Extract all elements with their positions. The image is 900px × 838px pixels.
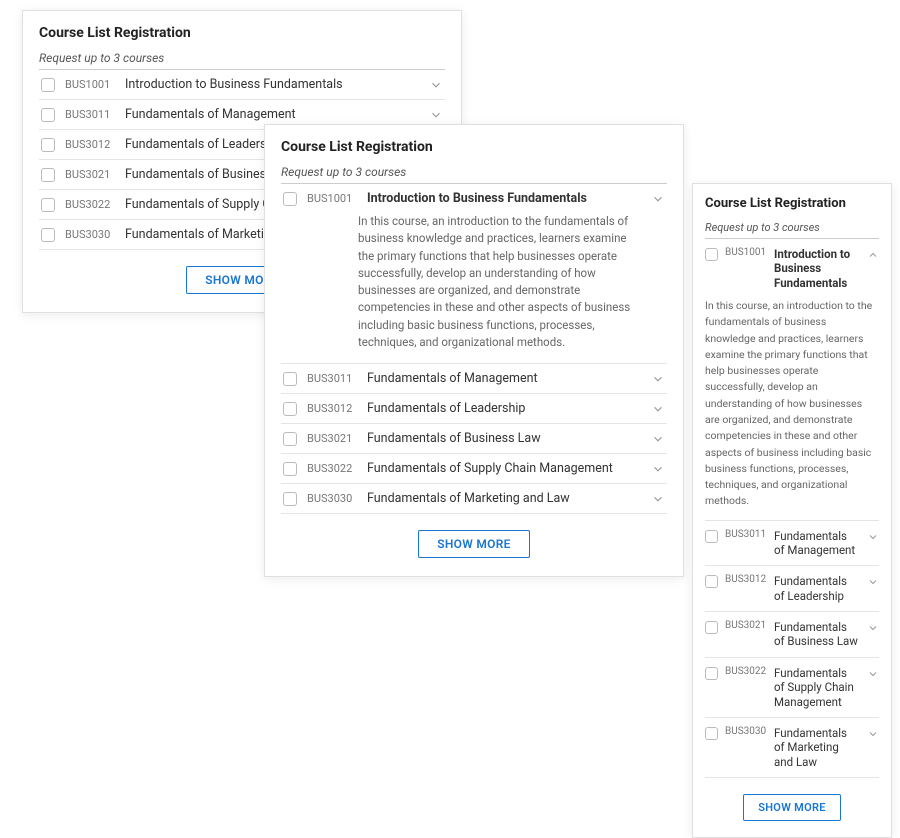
chevron-up-icon[interactable] — [867, 249, 879, 261]
chevron-down-icon[interactable] — [651, 432, 665, 446]
course-title: Fundamentals of Leadership — [367, 401, 641, 416]
chevron-down-icon[interactable] — [867, 622, 879, 634]
course-code: BUS3012 — [725, 574, 767, 585]
course-code: BUS3021 — [307, 432, 357, 445]
course-code: BUS3011 — [725, 529, 767, 540]
page-title: Course List Registration — [281, 139, 667, 155]
checkbox[interactable] — [41, 228, 55, 242]
course-code: BUS3030 — [307, 492, 357, 505]
chevron-down-icon[interactable] — [651, 372, 665, 386]
chevron-down-icon[interactable] — [867, 728, 879, 740]
course-description: In this course, an introduction to the f… — [283, 213, 665, 351]
checkbox[interactable] — [283, 492, 297, 506]
checkbox[interactable] — [705, 248, 718, 261]
course-title: Fundamentals of Management — [367, 371, 641, 386]
course-code: BUS3030 — [65, 228, 115, 241]
course-row[interactable]: BUS3011 Fundamentals of Management — [281, 364, 667, 394]
checkbox[interactable] — [283, 372, 297, 386]
course-list: BUS1001 Introduction to Business Fundame… — [705, 238, 879, 778]
course-row-expanded[interactable]: BUS1001 Introduction to Business Fundame… — [281, 184, 667, 213]
show-more-button[interactable]: SHOW MORE — [418, 530, 529, 558]
registration-panel-wide-expanded: Course List Registration Request up to 3… — [264, 124, 684, 577]
course-code: BUS1001 — [65, 78, 115, 91]
course-list: BUS1001 Introduction to Business Fundame… — [281, 183, 667, 514]
chevron-down-icon[interactable] — [867, 531, 879, 543]
chevron-down-icon[interactable] — [429, 108, 443, 122]
chevron-down-icon[interactable] — [651, 492, 665, 506]
course-title: Fundamentals of Leadership — [774, 574, 860, 603]
show-more-button[interactable]: SHOW MORE — [743, 794, 841, 821]
request-limit-note: Request up to 3 courses — [705, 221, 879, 234]
chevron-down-icon[interactable] — [651, 402, 665, 416]
page-title: Course List Registration — [705, 196, 879, 211]
course-code: BUS3022 — [65, 198, 115, 211]
course-title: Fundamentals of Marketing and Law — [774, 726, 860, 769]
course-row-expanded[interactable]: BUS1001 Introduction to Business Fundame… — [705, 239, 879, 298]
course-code: BUS3022 — [725, 666, 767, 677]
checkbox[interactable] — [705, 667, 718, 680]
course-code: BUS3021 — [725, 620, 767, 631]
course-description-row: In this course, an introduction to the f… — [705, 298, 879, 520]
checkbox[interactable] — [283, 462, 297, 476]
checkbox[interactable] — [705, 575, 718, 588]
course-row[interactable]: BUS3012 Fundamentals of Leadership — [281, 394, 667, 424]
checkbox[interactable] — [41, 78, 55, 92]
course-title: Fundamentals of Business Law — [774, 620, 860, 649]
checkbox[interactable] — [41, 138, 55, 152]
course-code: BUS3012 — [307, 402, 357, 415]
course-row[interactable]: BUS3011 Fundamentals of Management — [705, 521, 879, 567]
checkbox[interactable] — [705, 727, 718, 740]
checkbox[interactable] — [705, 530, 718, 543]
course-title: Fundamentals of Supply Chain Management — [774, 666, 860, 709]
checkbox[interactable] — [41, 108, 55, 122]
course-row[interactable]: BUS3022 Fundamentals of Supply Chain Man… — [705, 658, 879, 718]
page-title: Course List Registration — [39, 25, 445, 41]
checkbox[interactable] — [41, 168, 55, 182]
request-limit-note: Request up to 3 courses — [281, 165, 667, 179]
checkbox[interactable] — [283, 432, 297, 446]
course-code: BUS1001 — [307, 192, 357, 205]
course-row[interactable]: BUS3030 Fundamentals of Marketing and La… — [705, 718, 879, 778]
request-limit-note: Request up to 3 courses — [39, 51, 445, 65]
course-title: Introduction to Business Fundamentals — [125, 77, 419, 92]
course-code: BUS3022 — [307, 462, 357, 475]
course-title: Fundamentals of Business Law — [367, 431, 641, 446]
course-title: Fundamentals of Management — [774, 529, 860, 558]
course-code: BUS3012 — [65, 138, 115, 151]
course-row[interactable]: BUS3021 Fundamentals of Business Law — [705, 612, 879, 658]
course-code: BUS3011 — [307, 372, 357, 385]
checkbox[interactable] — [283, 192, 297, 206]
course-description-row: In this course, an introduction to the f… — [281, 213, 667, 364]
chevron-down-icon[interactable] — [867, 668, 879, 680]
course-description: In this course, an introduction to the f… — [705, 298, 879, 509]
checkbox[interactable] — [41, 198, 55, 212]
course-title: Introduction to Business Fundamentals — [367, 191, 641, 206]
course-title: Fundamentals of Supply Chain Management — [367, 461, 641, 476]
course-row[interactable]: BUS3030 Fundamentals of Marketing and La… — [281, 484, 667, 514]
course-row[interactable]: BUS3021 Fundamentals of Business Law — [281, 424, 667, 454]
course-row[interactable]: BUS1001 Introduction to Business Fundame… — [39, 70, 445, 100]
checkbox[interactable] — [283, 402, 297, 416]
checkbox[interactable] — [705, 621, 718, 634]
course-row[interactable]: BUS3022 Fundamentals of Supply Chain Man… — [281, 454, 667, 484]
course-code: BUS3030 — [725, 726, 767, 737]
course-code: BUS3011 — [65, 108, 115, 121]
chevron-down-icon[interactable] — [429, 78, 443, 92]
course-row[interactable]: BUS3012 Fundamentals of Leadership — [705, 566, 879, 612]
course-code: BUS1001 — [725, 247, 767, 258]
chevron-down-icon[interactable] — [651, 192, 665, 206]
course-title: Fundamentals of Management — [125, 107, 419, 122]
course-code: BUS3021 — [65, 168, 115, 181]
registration-panel-narrow-expanded: Course List Registration Request up to 3… — [692, 183, 892, 838]
chevron-down-icon[interactable] — [651, 462, 665, 476]
course-title: Introduction to Business Fundamentals — [774, 247, 860, 290]
chevron-down-icon[interactable] — [867, 576, 879, 588]
course-title: Fundamentals of Marketing and Law — [367, 491, 641, 506]
